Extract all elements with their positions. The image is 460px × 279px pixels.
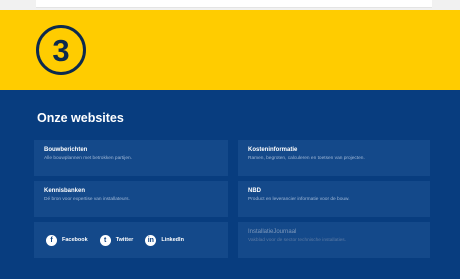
previous-card-edge	[36, 0, 432, 8]
linkedin-label: LinkedIn	[161, 237, 184, 243]
social-links: f Facebook t Twitter in LinkedIn	[34, 222, 228, 258]
card-description: Product en leverancier informatie voor d…	[248, 197, 350, 202]
step-banner: 3	[0, 10, 460, 90]
card-description: Alle bouwplannen met betrokken partijen.	[44, 156, 132, 161]
website-card-nbd[interactable]: NBD Product en leverancier informatie vo…	[238, 181, 430, 217]
website-card-installatiejournaal[interactable]: InstallatieJournaal Vakblad voor de sect…	[238, 222, 430, 258]
card-title: NBD	[248, 188, 261, 194]
card-title: Kostеninformatie	[248, 147, 298, 153]
twitter-icon: t	[99, 234, 111, 246]
website-card-kosteninformatie[interactable]: Kostеninformatie Ramen, begroten, calcul…	[238, 140, 430, 176]
website-card-kennisbanken[interactable]: Kennisbanken Dé bron voor expertise van …	[34, 181, 228, 217]
twitter-label: Twitter	[115, 237, 134, 243]
card-description: Ramen, begroten, calculeren en toetsen v…	[248, 156, 365, 161]
card-title: Bouwberichten	[44, 147, 88, 153]
linkedin-icon: in	[145, 234, 157, 246]
facebook-link[interactable]: f Facebook	[46, 234, 88, 246]
card-title: InstallatieJournaal	[248, 229, 297, 235]
website-card-bouwberichten[interactable]: Bouwberichten Alle bouwplannen met betro…	[34, 140, 228, 176]
card-title: Kennisbanken	[44, 188, 86, 194]
twitter-link[interactable]: t Twitter	[99, 234, 134, 246]
step-number-badge: 3	[36, 25, 86, 75]
facebook-icon: f	[46, 234, 57, 246]
card-description: Dé bron voor expertise van installateurs…	[44, 197, 130, 202]
card-description: Vakblad voor de sector technische instal…	[248, 238, 347, 243]
section-title: Onze websites	[37, 111, 124, 125]
websites-section: Onze websites Bouwberichten Alle bouwpla…	[0, 90, 460, 279]
linkedin-link[interactable]: in LinkedIn	[145, 234, 184, 246]
facebook-label: Facebook	[62, 237, 88, 243]
